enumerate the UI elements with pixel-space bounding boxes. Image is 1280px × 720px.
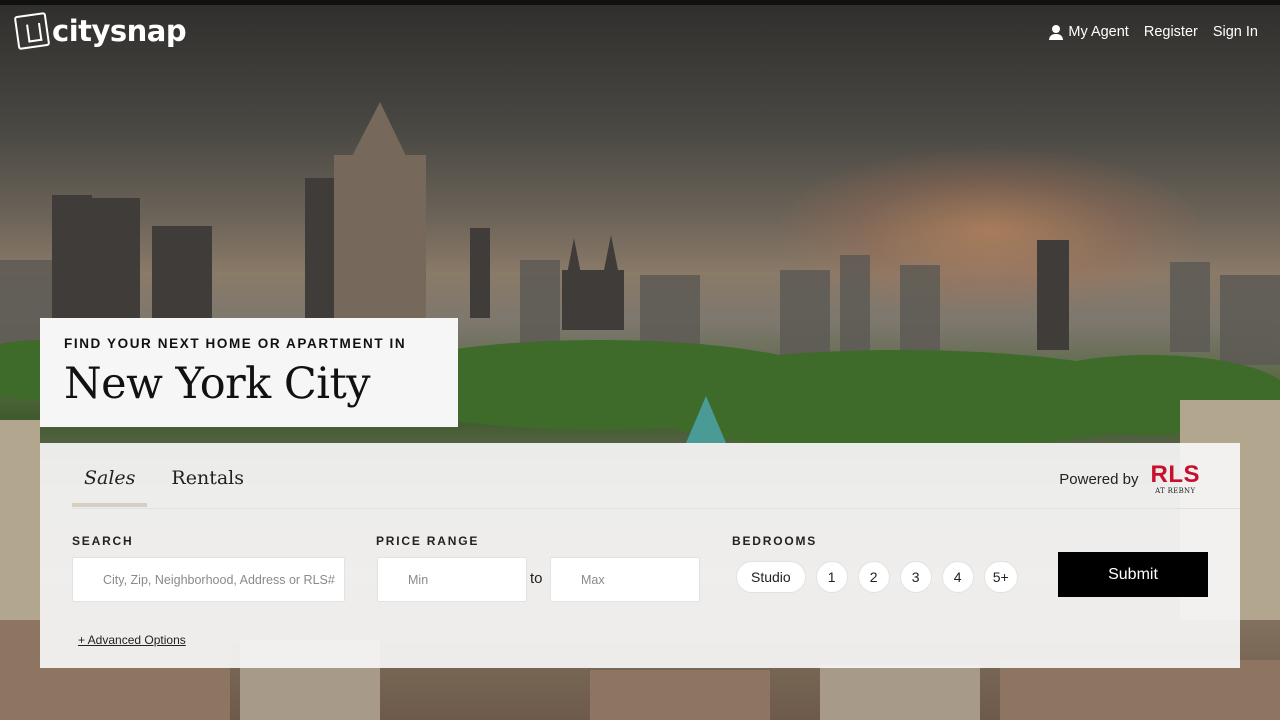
powered-by: Powered by RLS AT REBNY: [1059, 463, 1200, 495]
nav-sign-in[interactable]: Sign In: [1213, 24, 1258, 40]
price-range-label: PRICE RANGE: [376, 534, 480, 548]
brand-name: citysnap: [52, 14, 187, 48]
bedroom-option-4[interactable]: 4: [941, 561, 974, 593]
tab-rentals[interactable]: Rentals: [159, 467, 256, 507]
bedroom-option-2[interactable]: 2: [857, 561, 890, 593]
bedrooms-label: BEDROOMS: [732, 534, 818, 548]
tab-sales[interactable]: Sales: [72, 467, 148, 507]
person-icon: [1049, 24, 1064, 40]
submit-button[interactable]: Submit: [1058, 552, 1208, 597]
hero-headline: FIND YOUR NEXT HOME OR APARTMENT IN New …: [40, 318, 458, 427]
top-nav: My Agent Register Sign In: [1049, 24, 1258, 40]
search-tabs: Sales Rentals: [72, 467, 256, 507]
bedroom-option-1[interactable]: 1: [815, 561, 848, 593]
bedroom-option-3[interactable]: 3: [899, 561, 932, 593]
top-border: [0, 0, 1280, 5]
brand-logo[interactable]: citysnap: [13, 11, 187, 51]
rls-logo-text: RLS: [1150, 461, 1200, 488]
search-panel: Sales Rentals Powered by RLS AT REBNY SE…: [40, 443, 1240, 668]
rls-logo: RLS AT REBNY: [1151, 463, 1201, 495]
price-min-input[interactable]: [377, 557, 527, 602]
price-separator: to: [530, 570, 543, 587]
citysnap-logo-icon: [13, 11, 51, 51]
nav-my-agent-label: My Agent: [1068, 24, 1129, 40]
bedrooms-options: Studio 1 2 3 4 5+: [736, 561, 1018, 593]
search-label: SEARCH: [72, 534, 134, 548]
bedroom-option-studio[interactable]: Studio: [736, 561, 806, 593]
price-max-input[interactable]: [550, 557, 700, 602]
powered-by-label: Powered by: [1059, 470, 1139, 488]
search-input[interactable]: [72, 557, 345, 602]
nav-my-agent[interactable]: My Agent: [1049, 24, 1129, 40]
hero-city: New York City: [64, 359, 371, 409]
bedroom-option-5-plus[interactable]: 5+: [983, 561, 1018, 593]
nav-register[interactable]: Register: [1144, 24, 1198, 40]
tabs-divider: [72, 508, 1240, 509]
hero-eyebrow: FIND YOUR NEXT HOME OR APARTMENT IN: [64, 336, 407, 351]
rls-logo-subtext: AT REBNY: [1155, 487, 1196, 495]
advanced-options-link[interactable]: + Advanced Options: [78, 633, 186, 647]
